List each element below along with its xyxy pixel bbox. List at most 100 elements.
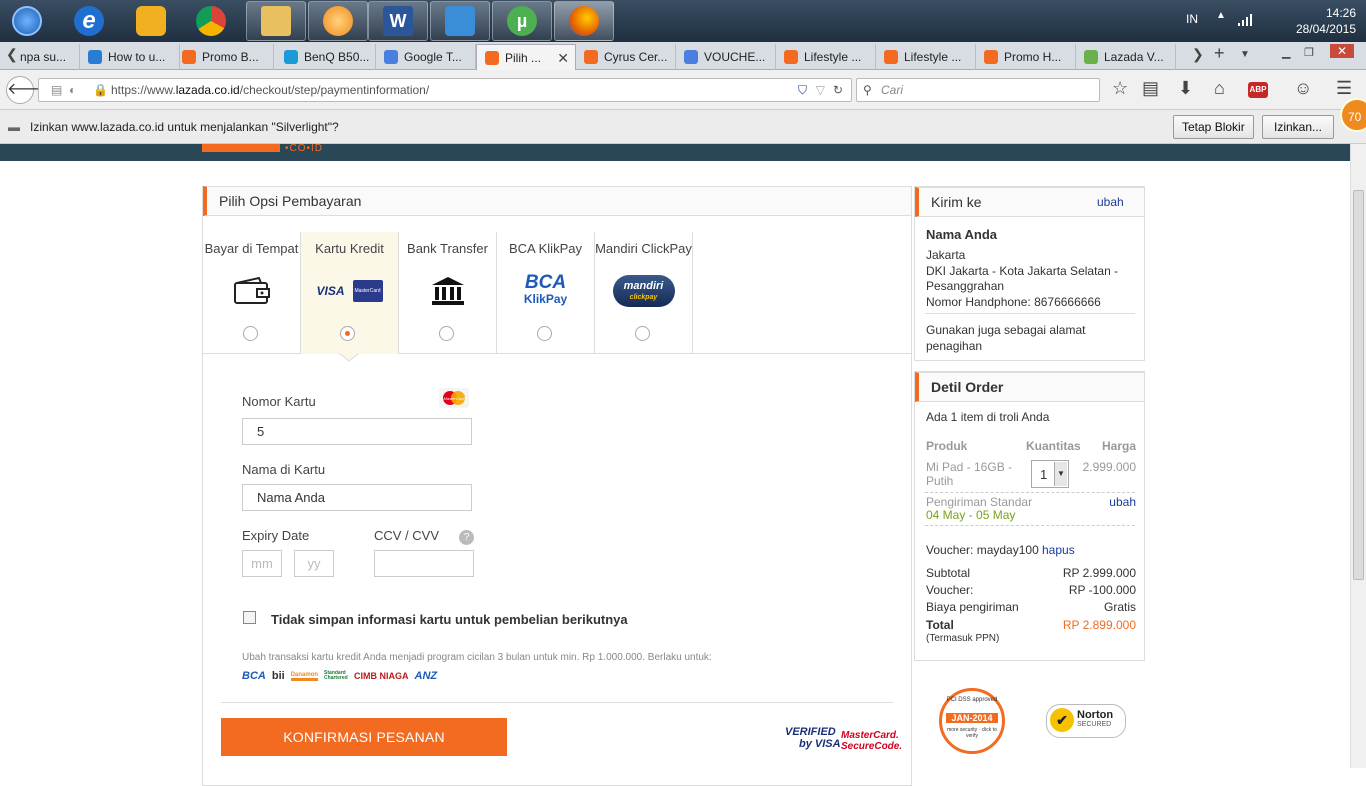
close-tab-icon[interactable]: ✕ <box>557 45 569 71</box>
browser-tab[interactable]: Cyrus Cer... <box>576 44 676 70</box>
browser-tab[interactable]: How to u... <box>80 44 180 70</box>
tab-label: npa su... <box>20 50 67 64</box>
browser-tab[interactable]: Promo H... <box>976 44 1076 70</box>
option-radio[interactable] <box>537 326 552 341</box>
standard-chartered-logo: Standard Chartered <box>324 670 348 681</box>
media-taskbar-button[interactable] <box>308 1 368 41</box>
word-taskbar-button[interactable]: W <box>368 1 428 41</box>
dont-save-card-checkbox[interactable] <box>243 611 256 624</box>
clickpay-text: clickpay <box>629 294 658 301</box>
edit-address-link[interactable]: ubah <box>1097 195 1124 209</box>
reload-icon[interactable]: ↻ <box>833 79 843 101</box>
option-radio[interactable] <box>439 326 454 341</box>
ccv-input[interactable] <box>374 550 474 577</box>
tab-label: Promo B... <box>202 50 259 64</box>
payment-options: Bayar di Tempat Kartu Kredit VISA Master… <box>203 232 911 362</box>
card-number-input[interactable]: 5 <box>242 418 472 445</box>
expiry-year-input[interactable]: yy <box>294 550 334 577</box>
browser-tab[interactable]: npa su... <box>14 44 80 70</box>
close-window-icon[interactable]: ✕ <box>1330 44 1355 58</box>
pci-dss-badge[interactable]: PCI DSS approved JAN-2014 more security … <box>939 688 1005 754</box>
ie-taskbar-button[interactable]: e <box>66 1 112 41</box>
tab-label: Lazada V... <box>1104 50 1164 64</box>
tab-list-icon[interactable]: ▼ <box>1240 49 1250 60</box>
browser-tab[interactable]: Lifestyle ... <box>876 44 976 70</box>
minimize-icon[interactable]: ▁ <box>1282 46 1290 59</box>
security-shield-icon[interactable]: ⛉ <box>798 79 807 101</box>
lock-icon: 🔒 <box>93 83 108 97</box>
expiry-month-input[interactable]: mm <box>242 550 282 577</box>
download-icon[interactable]: ⬇ <box>1178 78 1193 99</box>
chrome-taskbar-button[interactable] <box>188 1 234 41</box>
url-bar[interactable]: ▤ ◐ 🔒 https://www.lazada.co.id/checkout/… <box>38 78 852 102</box>
video-taskbar-button[interactable] <box>430 1 490 41</box>
remove-voucher-link[interactable]: hapus <box>1042 543 1075 557</box>
tray-expand-icon[interactable]: ▲ <box>1216 10 1226 21</box>
browser-tab[interactable]: Promo B... <box>174 44 274 70</box>
browser-tab[interactable]: Lifestyle ... <box>776 44 876 70</box>
option-radio[interactable] <box>635 326 650 341</box>
option-cod[interactable]: Bayar di Tempat <box>203 232 301 354</box>
bookmark-star-icon[interactable]: ☆ <box>1112 78 1128 99</box>
clock[interactable]: 14:26 28/04/2015 <box>1296 5 1356 37</box>
help-icon[interactable]: ? <box>459 530 474 545</box>
start-button[interactable] <box>6 1 48 41</box>
smiley-icon[interactable]: ☺ <box>1294 78 1312 99</box>
keep-blocking-button[interactable]: Tetap Blokir <box>1173 115 1254 139</box>
voucher-label: Voucher: <box>926 583 974 597</box>
restore-icon[interactable]: ❐ <box>1304 46 1314 59</box>
explorer-taskbar-button[interactable] <box>246 1 306 41</box>
tab-favicon-icon <box>684 50 698 64</box>
confirm-order-button[interactable]: KONFIRMASI PESANAN <box>221 718 507 756</box>
browser-tab[interactable]: Pilih ... ✕ <box>476 44 576 71</box>
utorrent-taskbar-button[interactable]: µ <box>492 1 552 41</box>
selected-option-pointer <box>339 353 359 362</box>
page-scrollbar[interactable] <box>1350 144 1366 768</box>
plugin-notice-text: Izinkan www.lazada.co.id untuk menjalank… <box>30 120 339 134</box>
browser-tab[interactable]: Lazada V... <box>1076 44 1176 70</box>
mastercard-securecode-logo: MasterCard. SecureCode. <box>841 730 902 752</box>
browser-tab[interactable]: Google T... <box>376 44 476 70</box>
scrollbar-thumb[interactable] <box>1353 190 1364 580</box>
url-dropdown-icon[interactable]: ▽ <box>816 79 825 101</box>
search-input[interactable]: ⚲ Cari <box>856 78 1100 102</box>
col-quantity-header: Kuantitas <box>1026 439 1081 453</box>
option-mandiri-clickpay[interactable]: Mandiri ClickPay mandiri clickpay <box>595 232 693 354</box>
reading-list-icon[interactable]: ▤ <box>1142 78 1159 99</box>
new-tab-icon[interactable]: + <box>1214 43 1225 64</box>
verified-by-visa-logo: VERIFIED by VISA <box>785 726 841 750</box>
clock-date: 28/04/2015 <box>1295 22 1356 36</box>
firefox-taskbar-button[interactable] <box>554 1 614 41</box>
installment-info-text: Ubah transaksi kartu kredit Anda menjadi… <box>242 652 712 663</box>
lazada-logo[interactable] <box>202 144 280 152</box>
tab-label: Lifestyle ... <box>904 50 962 64</box>
card-name-input[interactable]: Nama Anda <box>242 484 472 511</box>
cimb-niaga-logo: CIMB NIAGA <box>354 671 409 681</box>
allow-plugin-button[interactable]: Izinkan... <box>1262 115 1334 139</box>
option-bca-klikpay[interactable]: BCA KlikPay BCA KlikPay <box>497 232 595 354</box>
url-path: /checkout/step/paymentinformation/ <box>239 83 430 97</box>
game-taskbar-button[interactable] <box>128 1 174 41</box>
dont-save-card-label[interactable]: Tidak simpan informasi kartu untuk pembe… <box>271 612 628 627</box>
tab-scroll-right-icon[interactable]: ❯ <box>1192 46 1204 63</box>
back-button[interactable]: 🡐 <box>6 76 50 104</box>
edit-shipping-link[interactable]: ubah <box>1109 495 1136 509</box>
menu-hamburger-icon[interactable]: ☰ <box>1336 78 1352 99</box>
browser-tab[interactable]: VOUCHE... <box>676 44 776 70</box>
vbv-line1: VERIFIED <box>785 726 836 738</box>
col-product-header: Produk <box>926 439 968 453</box>
home-icon[interactable]: ⌂ <box>1214 78 1225 99</box>
voucher-code-text: Voucher: mayday100 <box>926 543 1039 557</box>
option-radio[interactable] <box>243 326 258 341</box>
language-indicator[interactable]: IN <box>1186 12 1198 26</box>
option-bank-transfer[interactable]: Bank Transfer <box>399 232 497 354</box>
adblock-icon[interactable]: ABP <box>1248 82 1268 98</box>
order-detail-title: Detil Order <box>915 372 1144 402</box>
norton-secured-badge[interactable]: ✔ Norton SECURED <box>1046 704 1126 738</box>
option-credit-card[interactable]: Kartu Kredit VISA MasterCard <box>301 232 399 354</box>
option-radio-selected[interactable] <box>340 326 355 341</box>
notification-badge[interactable]: 70 <box>1340 98 1366 132</box>
network-signal-icon[interactable] <box>1238 14 1254 26</box>
quantity-select[interactable]: 1 ▼ <box>1031 460 1069 488</box>
browser-tab[interactable]: BenQ B50... <box>276 44 376 70</box>
